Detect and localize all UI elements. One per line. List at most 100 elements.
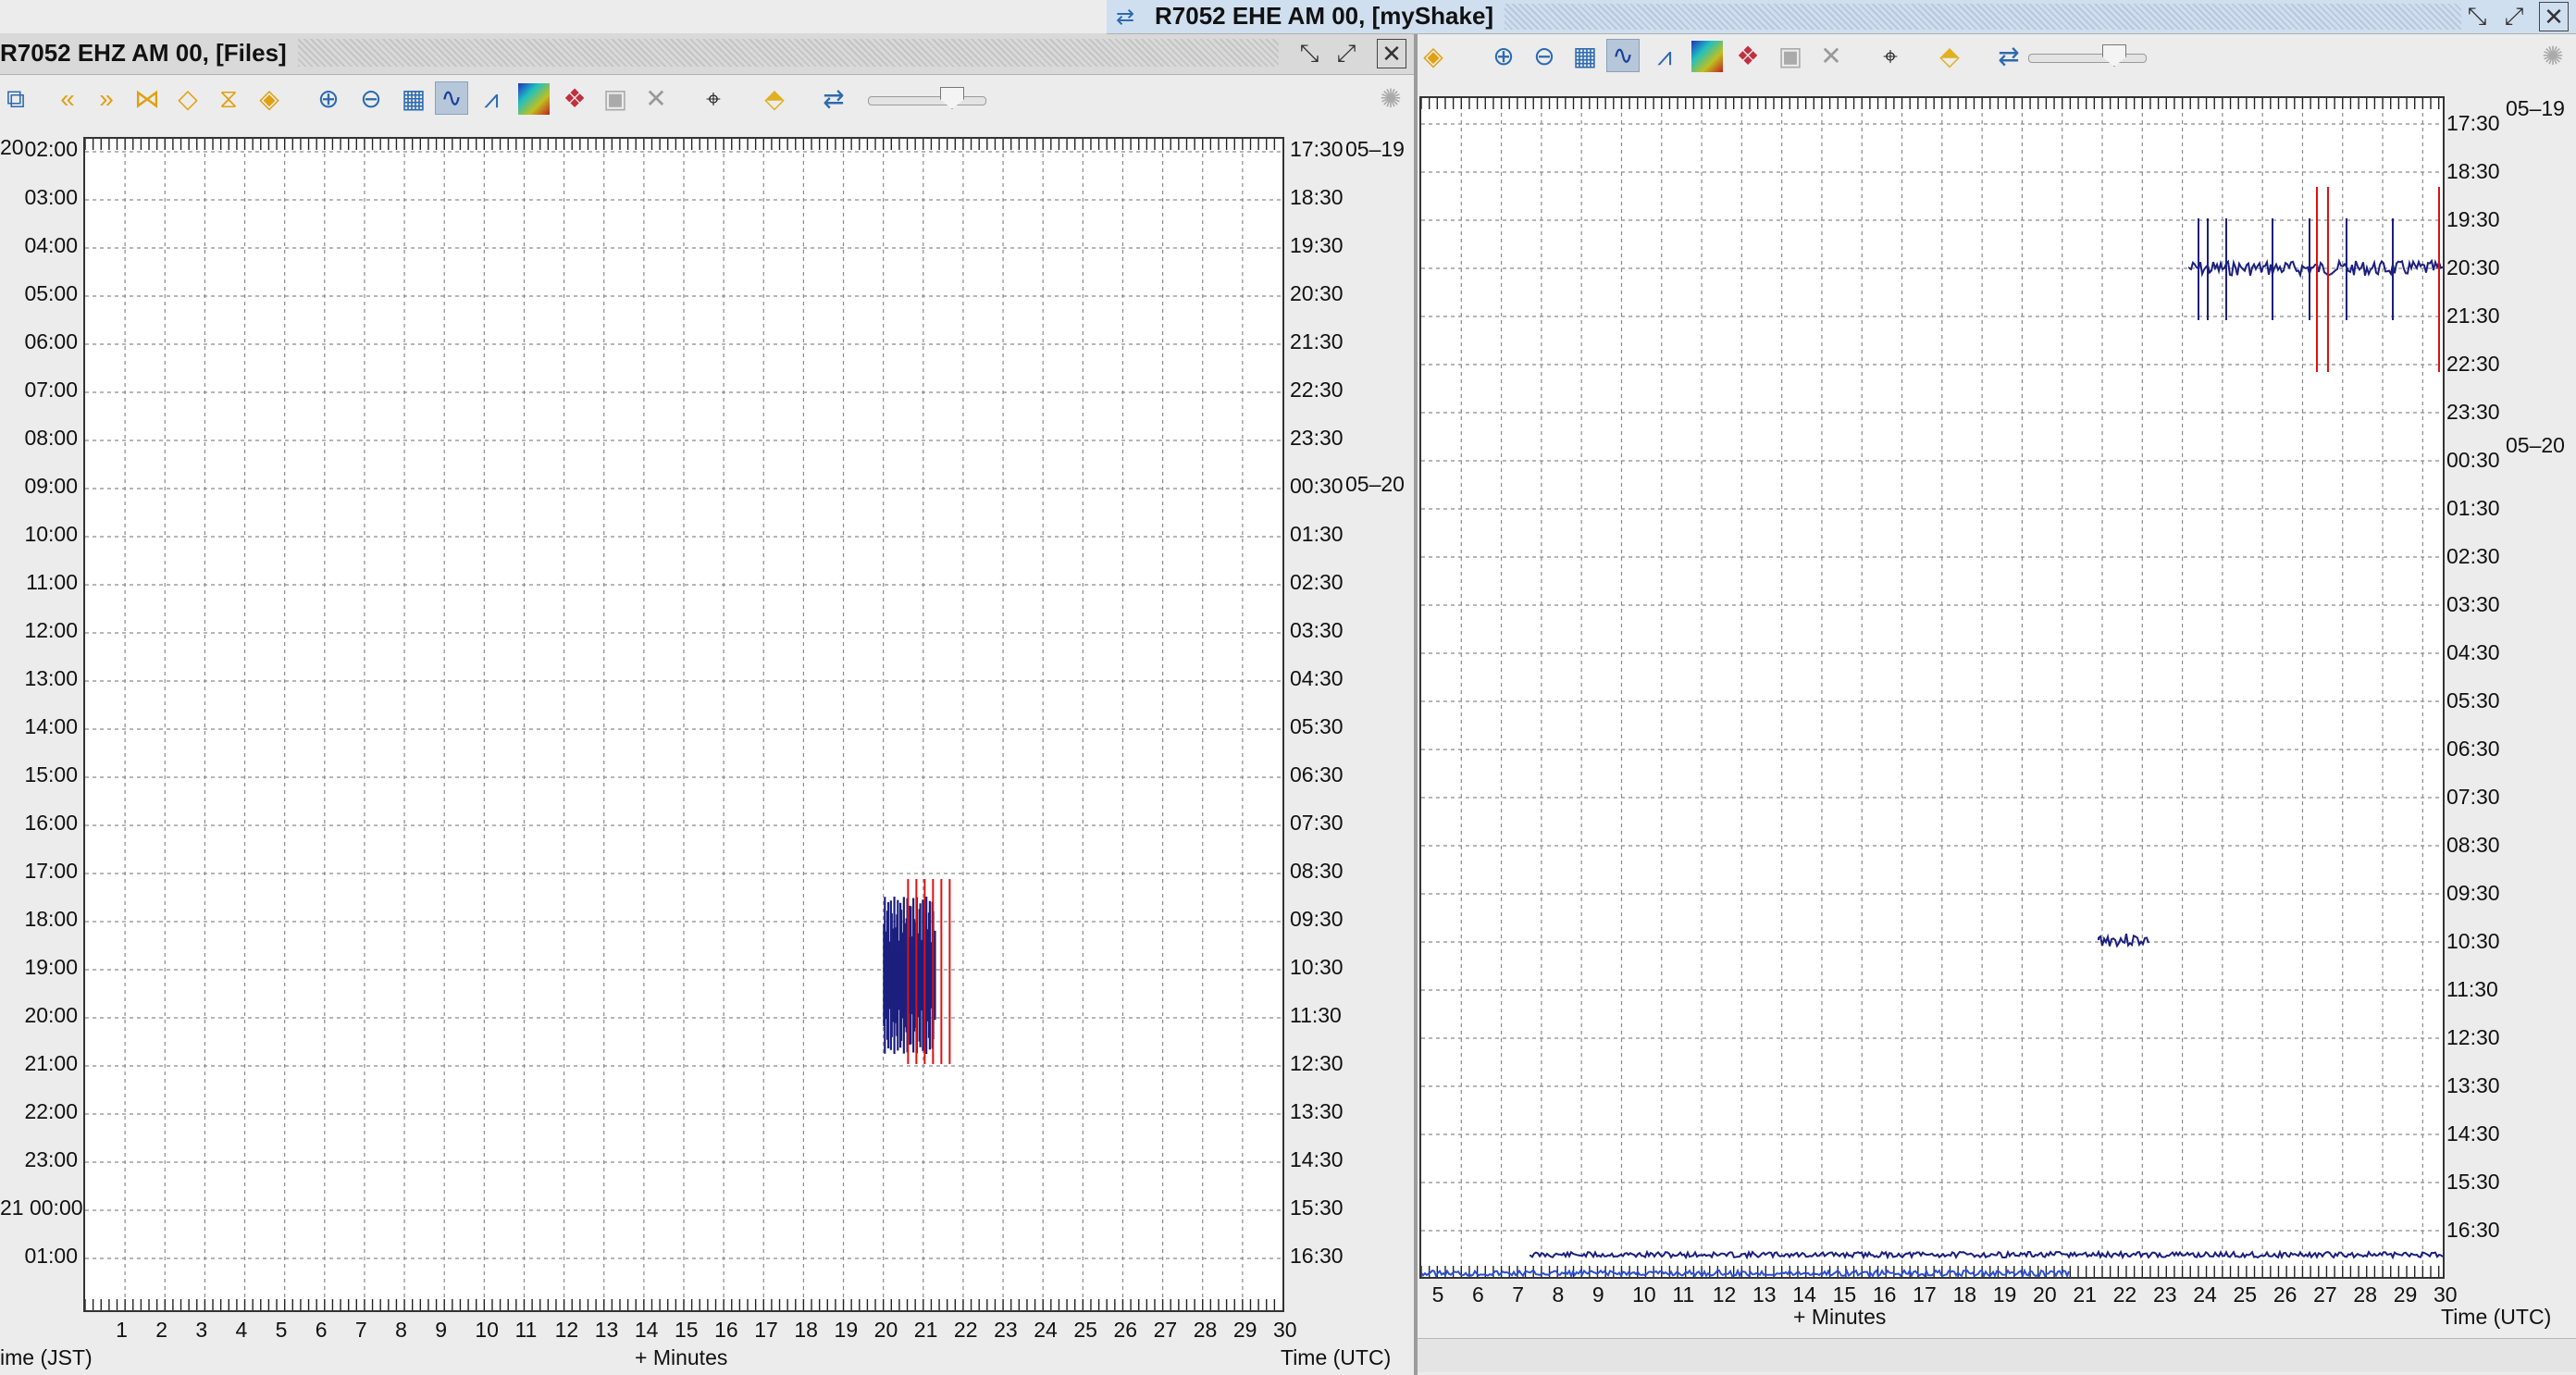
x-tick-label: 10 [1632,1282,1656,1307]
window-icon[interactable]: ▦ [1569,41,1601,72]
x-tick-label: 13 [594,1318,619,1342]
close-icon[interactable]: ✕ [2539,2,2569,31]
gain-slider-track[interactable] [2028,54,2147,63]
spectrogram-icon[interactable] [518,83,550,115]
x-tick-label: 26 [2273,1282,2297,1307]
horizontal-scrollbar[interactable] [1418,1338,2576,1372]
x-tick-label: 19 [834,1318,859,1342]
close-icon[interactable]: ✕ [640,83,672,115]
row-label-utc: 07:30 [2446,785,2500,809]
right-toolbar: ◈ ⊕ ⊖ ▦ ∿ ⩘ ❖ ▣ ✕ ⌖ ⬘ ⇄ ✺ [1418,35,2576,81]
x-tick-label: 27 [2313,1282,2337,1307]
particle-motion-icon[interactable]: ❖ [1732,41,1764,72]
titlebar-grip[interactable] [298,39,1279,67]
left-plot-panel: 20 05–19 05–20 ime (JST) + Minutes Time … [0,124,1414,1375]
restore-icon[interactable]: ⤡ [1295,39,1323,67]
x-tick-label: 29 [1232,1318,1257,1342]
camera-icon[interactable]: ⌖ [698,83,729,115]
row-label-jst: 21:00 [24,1051,78,1075]
compress-x-icon[interactable]: ⋈ [131,83,163,115]
scroll-left-icon[interactable]: « [52,83,83,115]
window-icon[interactable]: ▦ [398,83,429,115]
row-label-utc: 16:30 [1290,1244,1344,1268]
camera-icon[interactable]: ⌖ [1875,41,1906,72]
zoom-out-icon[interactable]: ⊖ [355,83,387,115]
gain-slider-track[interactable] [868,96,986,105]
x-tick-label: 8 [395,1318,407,1342]
x-tick-label: 23 [2152,1282,2177,1307]
row-label-utc: 00:30 [1290,474,1344,498]
settings-icon[interactable]: ⇄ [818,83,849,115]
row-label-utc: 14:30 [2446,1121,2500,1146]
maximize-icon[interactable]: ⤢ [1332,39,1360,67]
row-label-utc: 20:30 [2446,255,2500,279]
left-toolbar: ⧉ « » ⋈ ◇ ⧖ ◈ ⊕ ⊖ ▦ ∿ ⩘ ❖ ▣ ✕ ⌖ ⬘ ⇄ ✺ [0,76,1414,122]
clipboard-icon[interactable]: ▣ [1775,41,1806,72]
x-tick-label: 6 [1471,1282,1484,1307]
x-tick-label: 17 [1913,1282,1937,1307]
row-label-jst: 16:00 [24,811,78,835]
x-tick-label: 14 [634,1318,659,1342]
zoom-in-icon[interactable]: ⊕ [313,83,344,115]
x-tick-label: 9 [435,1318,447,1342]
close-icon[interactable]: ✕ [1815,41,1847,72]
row-label-utc: 02:30 [2446,544,2500,568]
titlebar-grip[interactable] [1505,4,2461,30]
scroll-right-icon[interactable]: » [91,83,122,115]
row-label-utc: 10:30 [2446,929,2500,953]
spectrum-icon[interactable]: ⩘ [1649,41,1680,72]
row-label-utc: 19:30 [1290,233,1344,257]
compress-y-icon[interactable]: ⧖ [213,83,244,115]
gain-slider-thumb[interactable] [940,87,964,109]
waveform-icon[interactable]: ∿ [435,81,468,115]
waveform-icon[interactable]: ∿ [1606,39,1640,72]
restore-icon[interactable]: ⤡ [2463,2,2491,30]
app-icon: ⇄ [1116,5,1135,30]
row-label-jst: 23:00 [24,1147,78,1171]
zoom-out-icon[interactable]: ⊖ [1529,41,1560,72]
row-label-jst: 09:00 [24,474,78,498]
x-tick-label: 24 [2193,1282,2217,1307]
row-label-utc: 06:30 [1290,762,1344,787]
row-label-jst: 07:00 [24,378,78,402]
row-label-utc: 12:30 [1290,1051,1344,1075]
expand-y-icon[interactable]: ◈ [254,83,285,115]
copy-icon[interactable]: ⧉ [0,83,31,115]
row-label-jst: 13:00 [24,666,78,690]
gain-slider-thumb[interactable] [2102,44,2126,67]
x-tick-label: 12 [554,1318,579,1342]
x-tick-label: 30 [1273,1318,1297,1342]
clipboard-icon[interactable]: ▣ [600,83,631,115]
x-tick-label: 18 [794,1318,818,1342]
tag-icon[interactable]: ⬘ [1934,41,1965,72]
x-tick-label: 22 [2112,1282,2137,1307]
left-helicorder-plot[interactable] [83,137,1284,1312]
tag-icon[interactable]: ⬘ [759,83,790,115]
particle-motion-icon[interactable]: ❖ [559,83,590,115]
row-label-utc: 20:30 [1290,281,1344,305]
spectrum-icon[interactable]: ⩘ [476,83,507,115]
date-label-0520: 05–20 [2506,433,2565,457]
row-label-utc: 16:30 [2446,1218,2500,1242]
row-label-utc: 07:30 [1290,811,1344,835]
row-label-jst: 18:00 [24,907,78,931]
x-tick-label: 16 [1872,1282,1897,1307]
row-label-utc: 02:30 [1290,570,1344,594]
row-label-jst: 17:00 [24,859,78,883]
settings-icon[interactable]: ⇄ [1993,41,2025,72]
row-label-jst: 02:00 [24,137,78,161]
right-window-titlebar: ⇄ R7052 EHE AM 00, [myShake] ⤡ ⤢ ✕ [1107,0,2576,34]
expand-x-icon[interactable]: ◇ [172,83,204,115]
expand-y-icon[interactable]: ◈ [1418,41,1449,72]
spectrogram-icon[interactable] [1691,41,1723,72]
maximize-icon[interactable]: ⤢ [2500,2,2528,30]
right-helicorder-plot[interactable] [1419,96,2445,1279]
date-label-0519: 05–19 [1345,137,1405,161]
x-tick-label: 10 [475,1318,499,1342]
close-icon[interactable]: ✕ [1377,39,1406,68]
row-label-jst: 03:00 [24,185,78,209]
zoom-in-icon[interactable]: ⊕ [1488,41,1519,72]
x-tick-label: 17 [754,1318,778,1342]
x-tick-label: 7 [1512,1282,1525,1307]
x-tick-label: 28 [1193,1318,1218,1342]
